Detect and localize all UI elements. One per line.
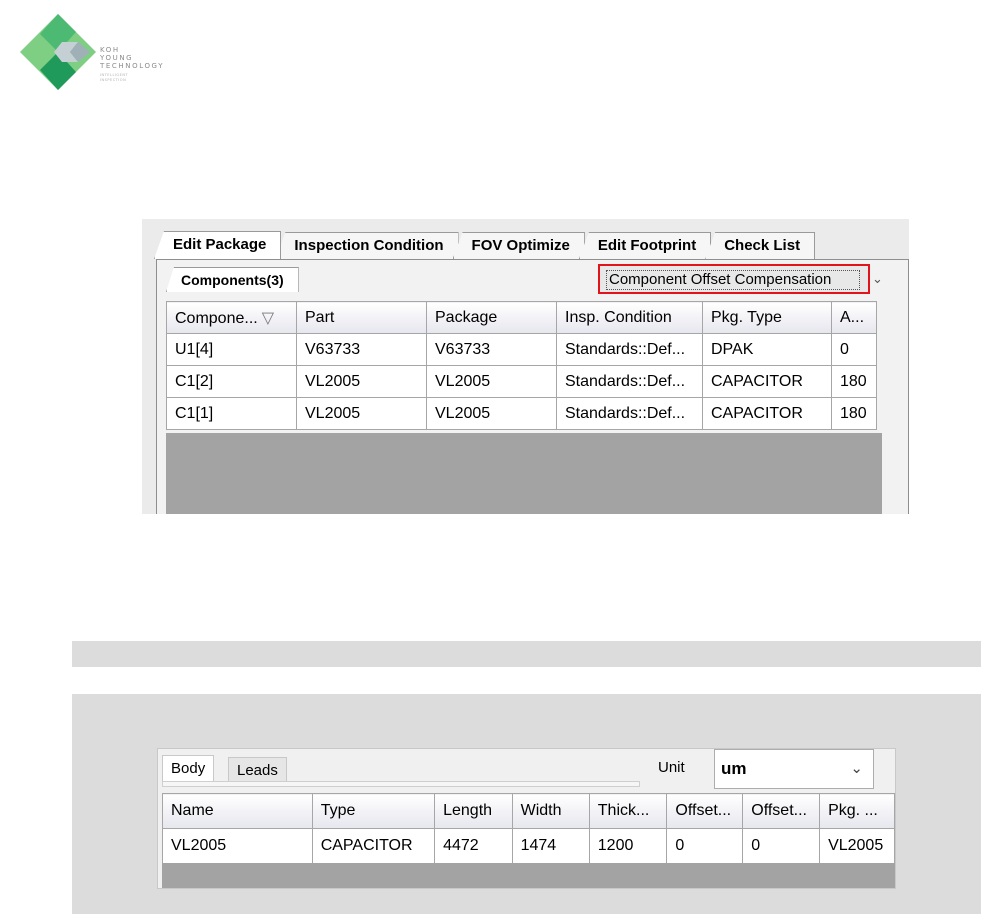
logo-tagline-2: INSPECTION (100, 78, 127, 82)
table-header-row: Name Type Length Width Thick... Offset..… (162, 793, 895, 829)
table-cell[interactable]: CAPACITOR (702, 397, 832, 430)
column-header[interactable]: Pkg. ... (819, 793, 895, 829)
table-cell[interactable]: U1[4] (166, 333, 297, 366)
tab-check-list[interactable]: Check List (705, 232, 816, 259)
table-header-row: Compone... ▽ Part Package Insp. Condition… (166, 301, 877, 334)
mode-dropdown-value: Component Offset Compensation (606, 270, 860, 290)
logo-line-3: TECHNOLOGY (100, 62, 165, 70)
table-cell[interactable]: CAPACITOR (702, 365, 832, 398)
table-cell[interactable]: 1474 (511, 828, 590, 864)
main-tab-bar: Edit Package Inspection Condition FOV Op… (154, 231, 816, 259)
table-cell[interactable]: Standards::Def... (556, 365, 703, 398)
column-header[interactable]: Type (311, 793, 436, 829)
column-header[interactable]: Insp. Condition (556, 301, 703, 334)
table-cell[interactable]: Standards::Def... (556, 397, 703, 430)
tab-body[interactable]: Body (162, 755, 215, 782)
tab-edit-package[interactable]: Edit Package (154, 231, 282, 259)
column-header[interactable]: Offset... (742, 793, 821, 829)
table-cell[interactable]: VL2005 (162, 828, 313, 864)
logo-tagline-1: INTELLIGENT (100, 73, 129, 77)
sort-descending-icon[interactable]: ▽ (262, 310, 274, 327)
column-header[interactable]: Width (511, 793, 590, 829)
table-row[interactable]: U1[4] V63733 V63733 Standards::Def... DP… (166, 333, 877, 366)
table-cell[interactable]: 180 (831, 365, 877, 398)
column-header[interactable]: Length (434, 793, 513, 829)
tab-components[interactable]: Components(3) (166, 267, 299, 292)
components-table: Compone... ▽ Part Package Insp. Condition… (166, 301, 877, 430)
table-row[interactable]: C1[1] VL2005 VL2005 Standards::Def... CA… (166, 397, 877, 430)
column-header[interactable]: Offset... (666, 793, 744, 829)
tab-fov-optimize[interactable]: FOV Optimize (452, 232, 585, 259)
package-spec-table: Name Type Length Width Thick... Offset..… (162, 793, 895, 864)
column-header[interactable]: Package (426, 301, 557, 334)
table-empty-area (162, 863, 895, 888)
unit-label: Unit (658, 759, 685, 776)
table-cell[interactable]: C1[2] (166, 365, 297, 398)
column-header[interactable]: Pkg. Type (702, 301, 832, 334)
column-header[interactable]: Part (296, 301, 427, 334)
table-cell[interactable]: 1200 (588, 828, 668, 864)
table-cell[interactable]: Standards::Def... (556, 333, 703, 366)
column-header[interactable]: Compone... ▽ (166, 301, 297, 334)
tab-leads[interactable]: Leads (228, 757, 287, 782)
table-cell[interactable]: 0 (742, 828, 821, 864)
table-row[interactable]: VL2005 CAPACITOR 4472 1474 1200 0 0 VL20… (162, 828, 895, 864)
table-cell[interactable]: C1[1] (166, 397, 297, 430)
table-cell[interactable]: 4472 (434, 828, 513, 864)
mode-dropdown[interactable]: Component Offset Compensation (598, 264, 870, 294)
package-editor-panel: Body Leads Unit um ⌄ Name Type Length Wi… (157, 748, 896, 889)
column-header[interactable]: Thick... (588, 793, 668, 829)
table-cell[interactable]: VL2005 (819, 828, 895, 864)
logo-line-2: YOUNG (100, 54, 134, 62)
tab-inspection-condition[interactable]: Inspection Condition (275, 232, 459, 259)
tab-edit-footprint[interactable]: Edit Footprint (578, 232, 712, 259)
logo-line-1: KOH (100, 46, 120, 54)
table-cell[interactable]: VL2005 (426, 397, 557, 430)
tab-strip (162, 781, 640, 787)
column-header[interactable]: Name (162, 793, 313, 829)
table-cell[interactable]: VL2005 (426, 365, 557, 398)
koh-young-logo: KOH YOUNG TECHNOLOGY INTELLIGENT INSPECT… (18, 12, 188, 94)
unit-dropdown[interactable]: um ⌄ (714, 749, 874, 789)
table-cell[interactable]: DPAK (702, 333, 832, 366)
chevron-down-icon[interactable]: ⌄ (850, 759, 863, 777)
table-cell[interactable]: 0 (831, 333, 877, 366)
table-cell[interactable]: VL2005 (296, 397, 427, 430)
logo-mark-icon (20, 14, 96, 90)
column-header[interactable]: A... (831, 301, 877, 334)
table-cell[interactable]: 0 (666, 828, 744, 864)
table-cell[interactable]: CAPACITOR (311, 828, 436, 864)
table-empty-area (166, 433, 882, 514)
table-cell[interactable]: V63733 (296, 333, 427, 366)
components-panel: Edit Package Inspection Condition FOV Op… (142, 219, 909, 514)
table-cell[interactable]: VL2005 (296, 365, 427, 398)
divider-bar (72, 641, 981, 667)
unit-dropdown-value: um (721, 759, 747, 778)
table-cell[interactable]: V63733 (426, 333, 557, 366)
table-row[interactable]: C1[2] VL2005 VL2005 Standards::Def... CA… (166, 365, 877, 398)
table-cell[interactable]: 180 (831, 397, 877, 430)
chevron-down-icon[interactable]: ⌄ (872, 271, 883, 287)
